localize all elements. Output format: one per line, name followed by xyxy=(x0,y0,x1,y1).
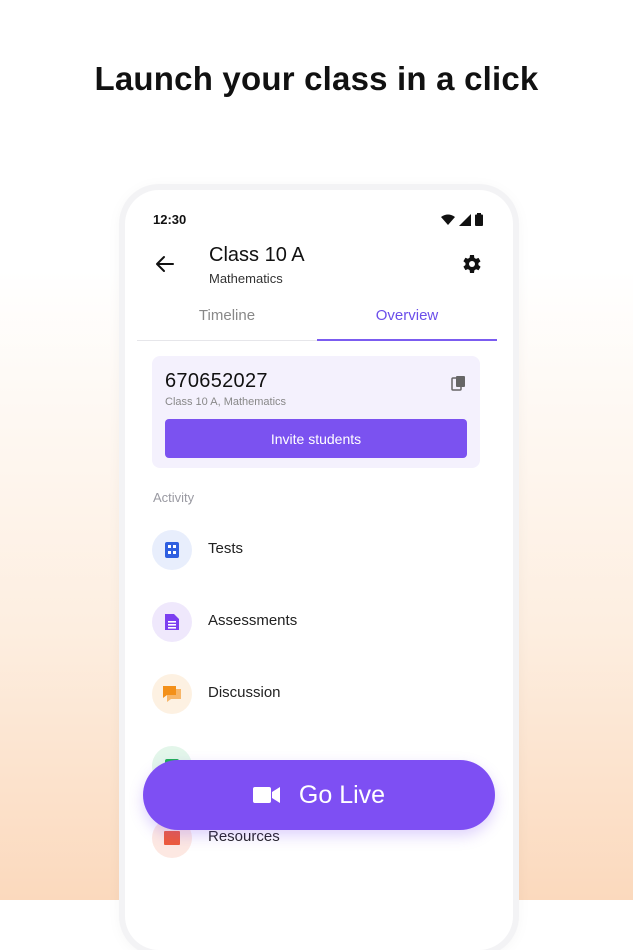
activity-item-discussion[interactable]: Discussion xyxy=(152,672,483,716)
wifi-icon xyxy=(441,214,455,225)
gear-icon[interactable] xyxy=(459,252,483,276)
status-icons xyxy=(441,213,483,226)
tests-icon-bg xyxy=(152,530,192,570)
video-camera-icon xyxy=(252,787,280,803)
go-live-button[interactable]: Go Live xyxy=(143,760,495,830)
assessments-icon-bg xyxy=(152,602,192,642)
invite-students-button[interactable]: Invite students xyxy=(165,419,467,458)
page-subtitle: Mathematics xyxy=(209,271,283,286)
app-bar: Class 10 A Mathematics xyxy=(125,240,513,292)
headline: Launch your class in a click xyxy=(94,60,539,97)
status-bar: 12:30 xyxy=(153,212,483,228)
activity-label: Tests xyxy=(208,540,244,557)
phone-frame: 12:30 Class 10 A Mathematics Timeline Ov… xyxy=(125,190,513,950)
back-arrow-icon[interactable] xyxy=(153,252,177,276)
battery-icon xyxy=(475,213,483,226)
activity-item-tests[interactable]: Tests xyxy=(152,528,483,572)
activity-heading: Activity xyxy=(153,490,195,505)
go-live-label: Go Live xyxy=(298,780,386,809)
copy-icon[interactable] xyxy=(451,375,467,391)
signal-icon xyxy=(459,213,471,226)
resources-icon xyxy=(164,831,180,845)
assessments-icon xyxy=(165,614,179,630)
activity-label: Assessments xyxy=(208,612,298,629)
class-card-subtitle: Class 10 A, Mathematics xyxy=(165,396,287,408)
discussion-icon xyxy=(163,686,181,702)
class-code: 670652027 xyxy=(165,370,268,392)
tab-timeline[interactable]: Timeline xyxy=(137,302,317,340)
activity-label: Discussion xyxy=(208,684,281,701)
activity-label: Resources xyxy=(208,828,280,845)
tests-icon xyxy=(165,542,179,558)
activity-item-assessments[interactable]: Assessments xyxy=(152,600,483,644)
discussion-icon-bg xyxy=(152,674,192,714)
status-time: 12:30 xyxy=(153,212,187,227)
tab-bar: Timeline Overview xyxy=(137,302,497,341)
page-title: Class 10 A xyxy=(209,244,305,266)
tab-overview[interactable]: Overview xyxy=(317,302,497,341)
class-code-card: 670652027 Class 10 A, Mathematics Invite… xyxy=(152,356,480,468)
